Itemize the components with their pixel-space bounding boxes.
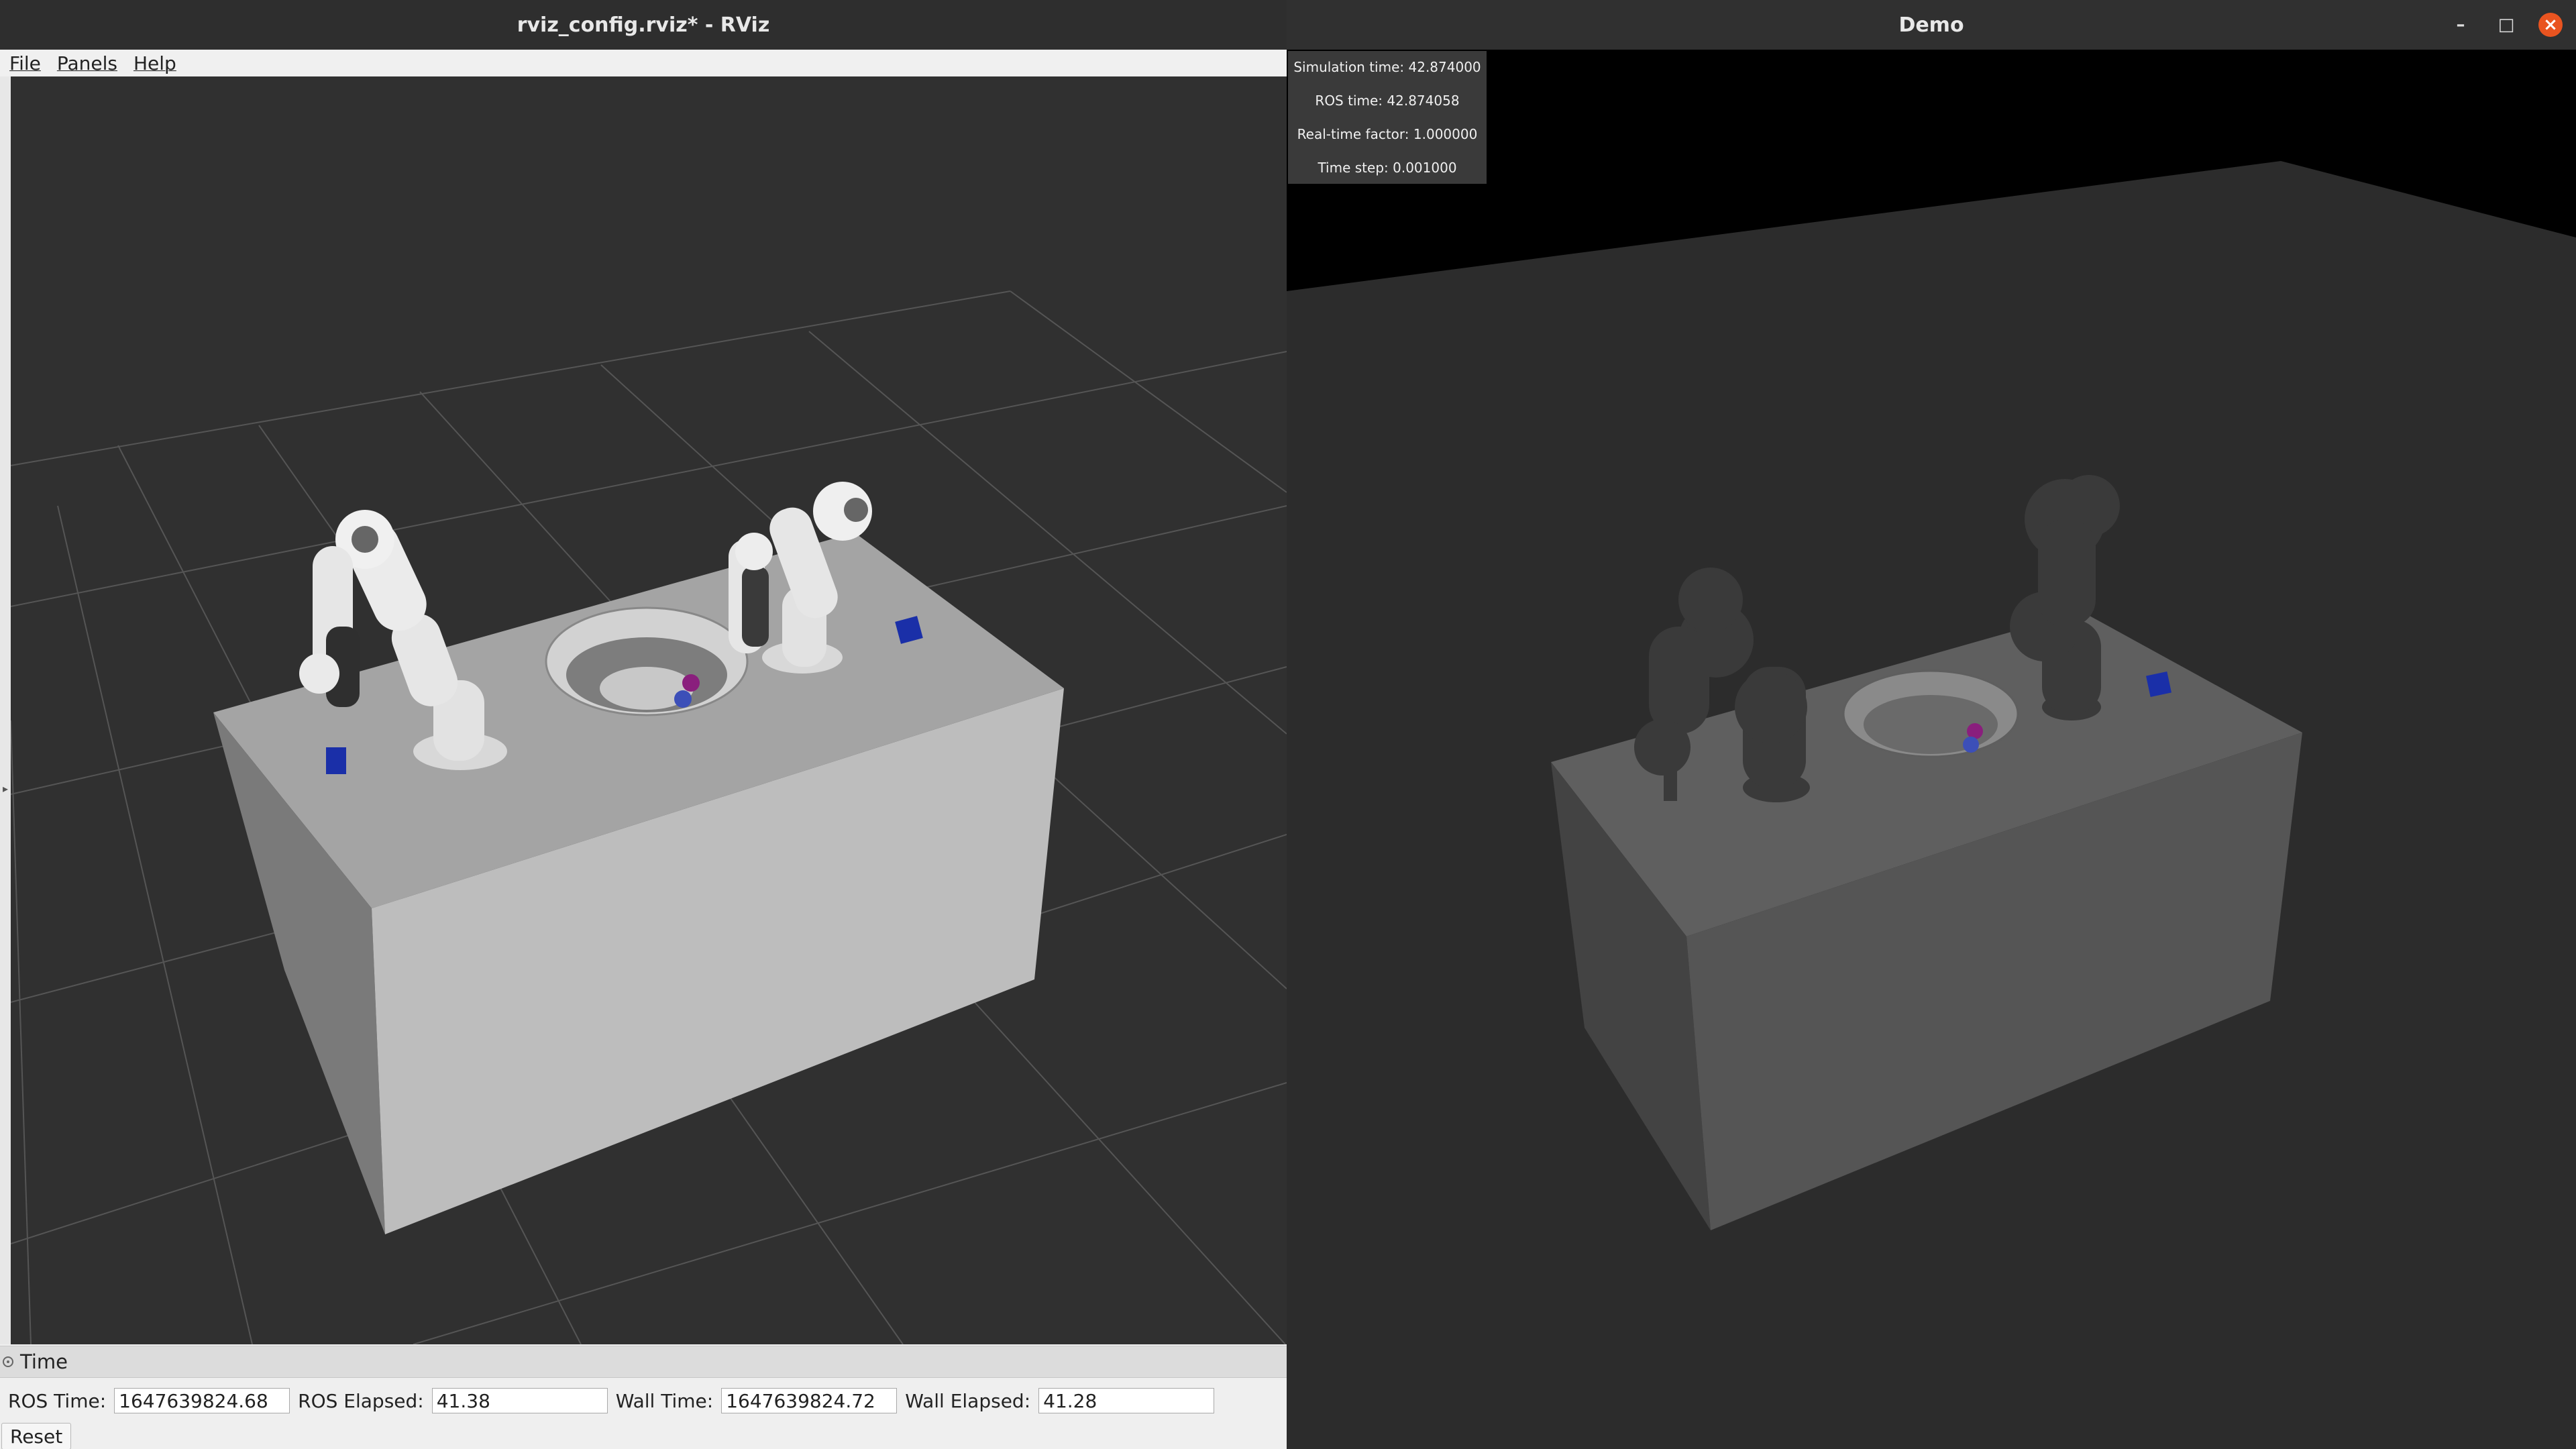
maximize-icon[interactable]: □ bbox=[2493, 11, 2520, 38]
demo-3d-viewport[interactable]: Simulation time: 42.874000 ROS time: 42.… bbox=[1287, 50, 2576, 1449]
time-fields-row: ROS Time: 1647639824.68 ROS Elapsed: 41.… bbox=[0, 1387, 1215, 1415]
bowl bbox=[545, 606, 749, 716]
window-controls: – □ × bbox=[2447, 0, 2563, 50]
rviz-window: rviz_config.rviz* - RViz File Panels Hel… bbox=[0, 0, 1287, 1449]
demo-window-title: Demo bbox=[1898, 13, 1964, 37]
demo-window: Demo – □ × Simulation time: 42.874000 RO… bbox=[1287, 0, 2576, 1449]
ros-time-field[interactable]: 1647639824.68 bbox=[114, 1388, 290, 1413]
rviz-titlebar[interactable]: rviz_config.rviz* - RViz bbox=[0, 0, 1287, 50]
wall-time-label: Wall Time: bbox=[615, 1389, 714, 1412]
rviz-menubar: File Panels Help bbox=[0, 50, 1287, 77]
left-dock-handle[interactable]: ▸ bbox=[0, 76, 11, 1344]
demo-bowl bbox=[1842, 669, 2019, 758]
time-panel: Time ROS Time: 1647639824.68 ROS Elapsed… bbox=[0, 1346, 1287, 1449]
ros-elapsed-label: ROS Elapsed: bbox=[298, 1389, 424, 1412]
rviz-window-title: rviz_config.rviz* - RViz bbox=[517, 13, 770, 37]
rviz-3d-viewport[interactable] bbox=[11, 76, 1287, 1344]
left-gripper-object bbox=[326, 747, 346, 774]
wall-elapsed-field[interactable]: 41.28 bbox=[1038, 1388, 1215, 1413]
sim-stats-overlay: Simulation time: 42.874000 ROS time: 42.… bbox=[1288, 51, 1487, 184]
ros-elapsed-field[interactable]: 41.38 bbox=[431, 1388, 608, 1413]
ros-time-label: ROS Time: bbox=[8, 1389, 107, 1412]
close-icon[interactable]: × bbox=[2538, 13, 2563, 37]
menu-help[interactable]: Help bbox=[127, 52, 183, 74]
menu-file[interactable]: File bbox=[3, 52, 48, 74]
rviz-scene[interactable] bbox=[11, 76, 1287, 1344]
ros-time-text: ROS time: 42.874058 bbox=[1315, 93, 1460, 109]
menu-panels[interactable]: Panels bbox=[50, 52, 124, 74]
time-panel-title: Time bbox=[20, 1350, 68, 1373]
demo-blue-cube bbox=[2146, 672, 2171, 697]
expand-arrow-icon[interactable]: ▸ bbox=[3, 782, 8, 796]
time-panel-header[interactable]: Time bbox=[0, 1346, 1287, 1378]
reset-button[interactable]: Reset bbox=[1, 1423, 72, 1449]
collapse-icon[interactable] bbox=[3, 1356, 13, 1367]
real-time-factor-text: Real-time factor: 1.000000 bbox=[1297, 126, 1478, 142]
wall-elapsed-label: Wall Elapsed: bbox=[905, 1389, 1031, 1412]
blue-sphere bbox=[674, 690, 692, 708]
demo-titlebar[interactable]: Demo – □ × bbox=[1287, 0, 2576, 50]
demo-scene[interactable] bbox=[1287, 50, 2576, 1449]
minimize-icon[interactable]: – bbox=[2447, 11, 2474, 38]
simulation-time-text: Simulation time: 42.874000 bbox=[1293, 59, 1481, 75]
magenta-sphere bbox=[682, 674, 700, 692]
wall-time-field[interactable]: 1647639824.72 bbox=[721, 1388, 898, 1413]
time-step-text: Time step: 0.001000 bbox=[1318, 160, 1457, 176]
demo-blue-sphere bbox=[1963, 737, 1979, 753]
